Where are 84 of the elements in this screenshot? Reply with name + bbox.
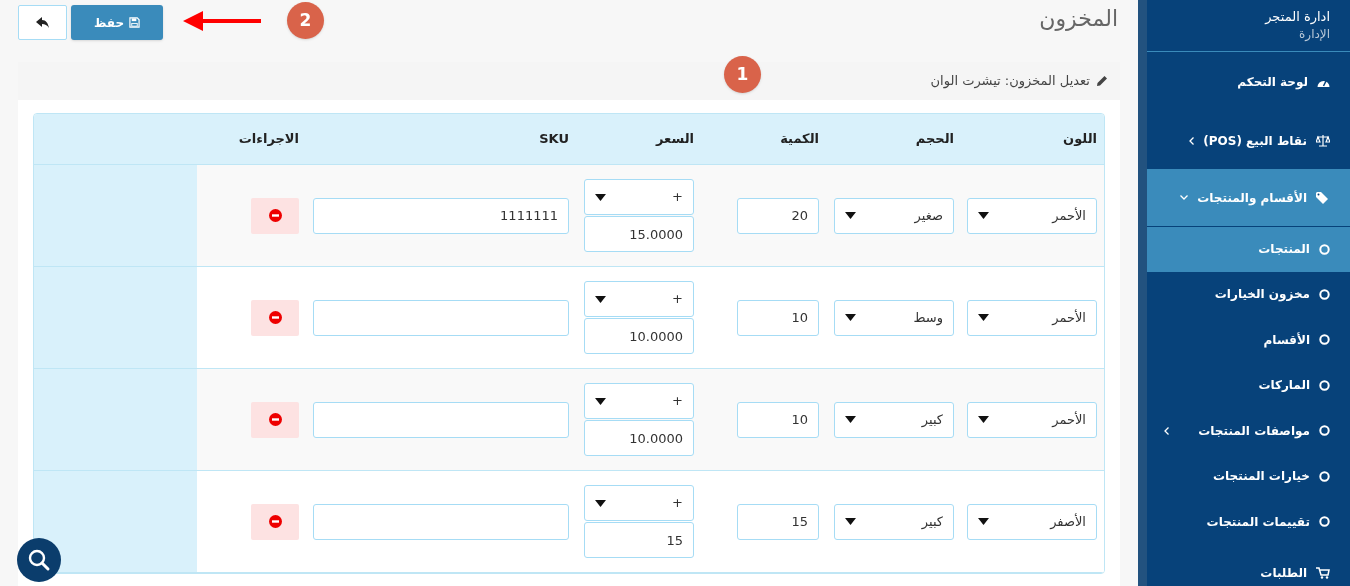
- dropdown[interactable]: +: [584, 281, 694, 317]
- panel-title: تعديل المخزون: تيشرت الوان: [930, 72, 1090, 91]
- dropdown[interactable]: الأصفر: [967, 503, 1097, 540]
- circle-icon: [1319, 334, 1330, 346]
- caret-icon: [845, 416, 856, 423]
- cart-icon: [1316, 566, 1330, 579]
- sku-field[interactable]: [313, 299, 569, 336]
- caret-icon: [595, 295, 606, 303]
- caret-icon: [845, 314, 856, 321]
- store-title: ادارة المتجر: [1265, 8, 1330, 26]
- caret-icon: [978, 416, 989, 423]
- caret-icon: [845, 518, 856, 525]
- dropdown[interactable]: الأحمر: [967, 401, 1097, 438]
- column-header: الاجراءات: [238, 130, 299, 149]
- sku-field[interactable]: [313, 503, 569, 540]
- menu-item[interactable]: الطلبات: [1147, 544, 1350, 586]
- caret-icon: [978, 212, 989, 219]
- submenu-item[interactable]: مواصفات المنتجات: [1147, 408, 1350, 454]
- submenu-item[interactable]: خيارات المنتجات: [1147, 453, 1350, 499]
- circle-icon: [1319, 425, 1330, 437]
- quantity-field[interactable]: 10: [737, 401, 819, 438]
- menu-item[interactable]: الأقسام والمنتجات: [1147, 169, 1350, 226]
- remove-icon: [268, 311, 282, 324]
- submenu-item[interactable]: مخزون الخيارات: [1147, 271, 1350, 317]
- caret-icon: [595, 397, 606, 405]
- price-field[interactable]: 10.0000: [584, 420, 694, 456]
- quantity-field[interactable]: 10: [737, 299, 819, 336]
- caret-icon: [978, 518, 989, 525]
- tag-icon: [1316, 191, 1330, 204]
- submenu-item[interactable]: الماركات: [1147, 362, 1350, 408]
- caret-icon: [595, 499, 606, 507]
- remove-icon: [268, 209, 282, 222]
- submenu-item[interactable]: الأقسام: [1147, 317, 1350, 363]
- back-button[interactable]: [18, 5, 67, 40]
- dropdown[interactable]: الأحمر: [967, 299, 1097, 336]
- remove-icon: [268, 413, 282, 426]
- quantity-field[interactable]: 15: [737, 503, 819, 540]
- dropdown[interactable]: +: [584, 383, 694, 419]
- reply-arrow-icon: [35, 16, 50, 29]
- menu-item[interactable]: نقاط البيع (POS): [1147, 112, 1350, 169]
- price-field[interactable]: 10.0000: [584, 318, 694, 354]
- store-subtitle: الإدارة: [1299, 26, 1330, 42]
- dropdown[interactable]: +: [584, 485, 694, 521]
- column-header: السعر: [656, 130, 694, 149]
- chevron-down-icon: [1180, 195, 1189, 200]
- circle-icon: [1319, 288, 1330, 300]
- dropdown[interactable]: +: [584, 179, 694, 215]
- quantity-field[interactable]: 20: [737, 197, 819, 234]
- chevron-left-icon: [1164, 426, 1170, 435]
- dropdown[interactable]: وسط: [834, 299, 954, 336]
- caret-icon: [978, 314, 989, 321]
- sku-field[interactable]: 1111111: [313, 197, 569, 234]
- save-button[interactable]: حفظ: [71, 5, 163, 40]
- remove-button[interactable]: [251, 503, 299, 540]
- caret-icon: [845, 212, 856, 219]
- caret-icon: [595, 193, 606, 201]
- dropdown[interactable]: كبير: [834, 503, 954, 540]
- search-icon: [27, 548, 51, 572]
- remove-button[interactable]: [251, 401, 299, 438]
- column-header: الكمية: [780, 130, 819, 149]
- circle-icon: [1319, 470, 1330, 482]
- dropdown[interactable]: كبير: [834, 401, 954, 438]
- pencil-icon: [1096, 75, 1108, 87]
- remove-button[interactable]: [251, 197, 299, 234]
- circle-icon: [1319, 243, 1330, 255]
- column-header: اللون: [1063, 130, 1097, 149]
- chevron-left-icon: [1189, 136, 1195, 145]
- remove-button[interactable]: [251, 299, 299, 336]
- column-header: SKU: [539, 130, 569, 149]
- dropdown[interactable]: الأحمر: [967, 197, 1097, 234]
- circle-icon: [1319, 516, 1330, 528]
- menu-item[interactable]: لوحة التحكم: [1147, 52, 1350, 112]
- submenu-item[interactable]: تقييمات المنتجات: [1147, 499, 1350, 545]
- remove-icon: [268, 515, 282, 528]
- price-field[interactable]: 15: [584, 522, 694, 558]
- submenu-item[interactable]: المنتجات: [1147, 226, 1350, 272]
- dropdown[interactable]: صغير: [834, 197, 954, 234]
- sku-field[interactable]: [313, 401, 569, 438]
- step-number-badge: 2: [287, 2, 324, 39]
- scale-icon: [1316, 134, 1330, 147]
- column-header: الحجم: [915, 130, 954, 149]
- price-field[interactable]: 15.0000: [584, 216, 694, 252]
- circle-icon: [1319, 379, 1330, 391]
- page-title: المخزون: [1039, 5, 1118, 33]
